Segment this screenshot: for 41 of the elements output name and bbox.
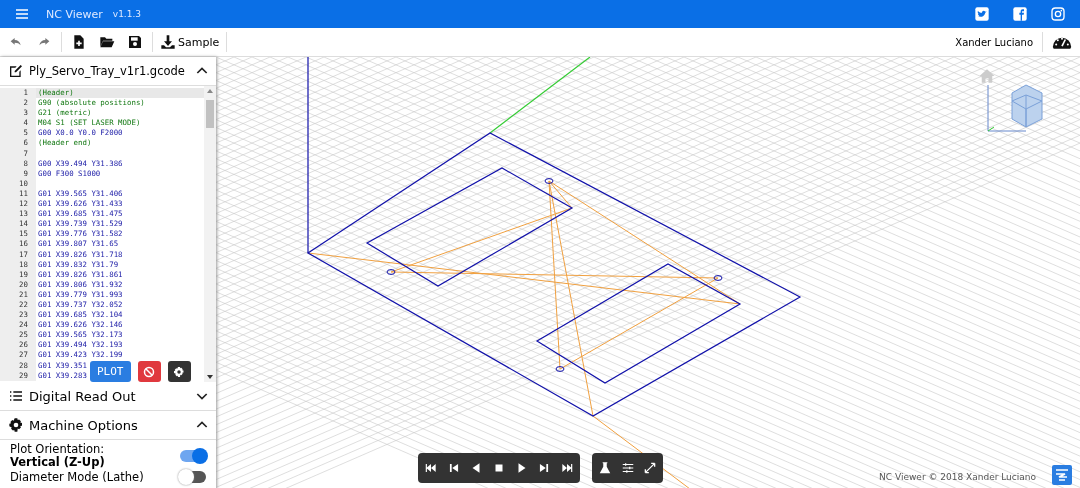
settings-icon — [173, 365, 185, 378]
cancel-button[interactable] — [137, 361, 161, 382]
section-header[interactable]: Machine Options — [0, 411, 216, 440]
skip-to-start-icon — [424, 461, 438, 475]
expand-icon — [643, 461, 657, 475]
option-label: Plot Orientation: Vertical (Z-Up) — [10, 443, 106, 468]
settings-button[interactable] — [167, 361, 191, 382]
sample-button[interactable]: Sample — [156, 34, 224, 50]
version-label: v1.1.3 — [112, 9, 142, 19]
logo-icon — [1052, 465, 1072, 485]
letter-f-icon — [1012, 6, 1028, 22]
section-header[interactable]: Digital Read Out — [0, 382, 216, 411]
section-title: Digital Read Out — [29, 388, 137, 404]
file-panel-header[interactable]: Ply_Servo_Tray_v1r1.gcode — [0, 57, 216, 86]
new-file-icon — [71, 34, 87, 50]
skip-to-end-icon — [559, 461, 574, 475]
edit-icon — [8, 63, 24, 79]
plot-button[interactable]: PLOT — [90, 361, 131, 382]
bird-icon — [974, 6, 990, 22]
sliders-icon — [620, 461, 635, 475]
file-name: Ply_Servo_Tray_v1r1.gcode — [29, 64, 186, 78]
list-icon — [8, 388, 24, 404]
app-title: NC Viewer — [46, 7, 103, 21]
credit-text: NC Viewer © 2018 Xander Luciano — [879, 472, 1036, 482]
scroll-thumb[interactable] — [206, 100, 214, 128]
scroll-down-icon[interactable] — [207, 375, 213, 379]
toggle-switch[interactable] — [180, 449, 206, 462]
folder-icon — [99, 34, 115, 50]
scrollbar[interactable] — [204, 86, 216, 382]
download-icon — [160, 34, 176, 50]
cancel-icon — [143, 365, 155, 378]
flask-icon — [598, 461, 612, 475]
gear-icon — [8, 417, 24, 433]
menu-icon — [14, 6, 30, 22]
scroll-up-icon[interactable] — [207, 89, 213, 93]
save-icon — [127, 34, 143, 50]
camera-icon — [1050, 6, 1066, 22]
section-title: Machine Options — [29, 417, 139, 433]
toggle-switch[interactable] — [180, 471, 206, 484]
option-label: Diameter Mode (Lathe) — [10, 471, 145, 484]
user-name: Xander Luciano — [955, 36, 1034, 48]
